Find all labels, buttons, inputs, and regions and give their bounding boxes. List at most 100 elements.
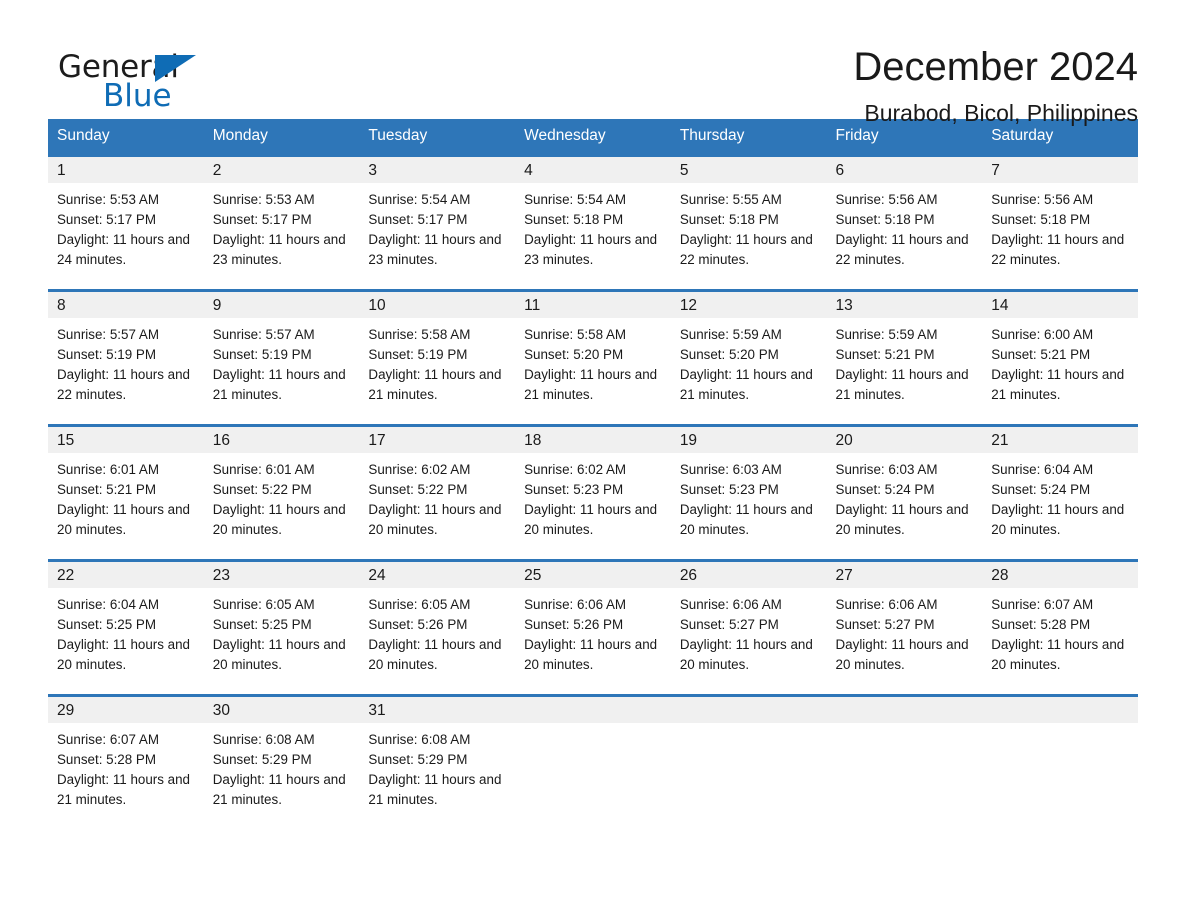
sunrise-text: Sunrise: 6:06 AM — [679, 597, 782, 612]
calendar-day-cell[interactable]: 13 Sunrise: 5:59 AM Sunset: 5:21 PM Dayligh… — [826, 289, 983, 426]
calendar-day-cell[interactable]: 6 Sunrise: 5:56 AM Sunset: 5:18 PM Daylight… — [826, 154, 983, 291]
sunrise-text: Sunrise: 5:57 AM — [212, 327, 315, 342]
calendar-week-row: 29 Sunrise: 6:07 AM Sunset: 5:28 PM Dayligh… — [48, 694, 1138, 831]
day-details: Sunrise: 5:58 AM Sunset: 5:20 PM Daylight:… — [515, 318, 671, 405]
daylight-text: Daylight: 11 hours and 20 minutes. — [835, 637, 969, 672]
day-details: Sunrise: 6:07 AM Sunset: 5:28 PM Daylight:… — [982, 588, 1138, 675]
page-header: General Blue December 2024 Burabod, Bico… — [0, 0, 1188, 126]
sunrise-text: Sunrise: 6:08 AM — [212, 732, 315, 747]
calendar-day-cell[interactable]: 16 Sunrise: 6:01 AM Sunset: 5:22 PM Dayligh… — [203, 424, 360, 561]
day-details: Sunrise: 6:01 AM Sunset: 5:21 PM Daylight:… — [48, 453, 204, 540]
day-number: 29 — [48, 697, 204, 723]
calendar-day-cell[interactable]: 28 Sunrise: 6:07 AM Sunset: 5:28 PM Dayligh… — [982, 559, 1138, 696]
day-details: Sunrise: 6:02 AM Sunset: 5:23 PM Daylight:… — [515, 453, 671, 540]
calendar-day-cell[interactable]: 22 Sunrise: 6:04 AM Sunset: 5:25 PM Dayligh… — [48, 559, 204, 696]
calendar-day-cell[interactable]: 17 Sunrise: 6:02 AM Sunset: 5:22 PM Dayligh… — [359, 424, 516, 561]
page-title: December 2024 — [853, 45, 1138, 89]
sunrise-text: Sunrise: 6:00 AM — [991, 327, 1094, 342]
sunrise-text: Sunrise: 5:58 AM — [524, 327, 627, 342]
daylight-text: Daylight: 11 hours and 20 minutes. — [835, 502, 969, 537]
calendar-day-cell[interactable]: 10 Sunrise: 5:58 AM Sunset: 5:19 PM Dayligh… — [359, 289, 516, 426]
calendar-day-cell[interactable]: 5 Sunrise: 5:55 AM Sunset: 5:18 PM Daylight… — [670, 154, 827, 291]
calendar-day-cell[interactable]: 15 Sunrise: 6:01 AM Sunset: 5:21 PM Dayligh… — [48, 424, 204, 561]
day-number: 12 — [670, 292, 827, 318]
calendar-day-cell[interactable]: 31 Sunrise: 6:08 AM Sunset: 5:29 PM Dayligh… — [359, 694, 516, 831]
daylight-text: Daylight: 11 hours and 20 minutes. — [57, 637, 190, 672]
day-details: Sunrise: 5:58 AM Sunset: 5:19 PM Daylight:… — [359, 318, 515, 405]
sunset-text: Sunset: 5:27 PM — [835, 617, 935, 632]
calendar-day-cell[interactable]: 1 Sunrise: 5:53 AM Sunset: 5:17 PM Daylight… — [48, 154, 204, 291]
calendar-day-cell[interactable]: 4 Sunrise: 5:54 AM Sunset: 5:18 PM Daylight… — [515, 154, 671, 291]
daylight-text: Daylight: 11 hours and 21 minutes. — [368, 367, 502, 402]
day-number: 22 — [48, 562, 204, 588]
calendar-day-cell-empty — [982, 694, 1138, 831]
sunrise-text: Sunrise: 5:55 AM — [679, 192, 782, 207]
generalblue-logo[interactable]: General Blue — [58, 44, 208, 114]
sunrise-text: Sunrise: 6:03 AM — [835, 462, 938, 477]
calendar-day-cell[interactable]: 11 Sunrise: 5:58 AM Sunset: 5:20 PM Dayligh… — [515, 289, 671, 426]
day-details: Sunrise: 6:03 AM Sunset: 5:23 PM Daylight:… — [671, 453, 827, 540]
sunset-text: Sunset: 5:22 PM — [212, 482, 312, 497]
daylight-text: Daylight: 11 hours and 20 minutes. — [368, 637, 502, 672]
calendar-day-cell[interactable]: 12 Sunrise: 5:59 AM Sunset: 5:20 PM Dayligh… — [670, 289, 827, 426]
daylight-text: Daylight: 11 hours and 20 minutes. — [524, 502, 658, 537]
daylight-text: Daylight: 11 hours and 22 minutes. — [679, 232, 813, 267]
calendar-day-cell[interactable]: 3 Sunrise: 5:54 AM Sunset: 5:17 PM Daylight… — [359, 154, 516, 291]
calendar-day-cell[interactable]: 25 Sunrise: 6:06 AM Sunset: 5:26 PM Dayligh… — [515, 559, 671, 696]
day-details: Sunrise: 5:57 AM Sunset: 5:19 PM Daylight:… — [48, 318, 204, 405]
calendar-day-cell[interactable]: 8 Sunrise: 5:57 AM Sunset: 5:19 PM Daylight… — [48, 289, 204, 426]
day-number: 25 — [515, 562, 671, 588]
day-number: 1 — [48, 157, 204, 183]
day-details — [982, 723, 1138, 730]
calendar-day-cell[interactable]: 20 Sunrise: 6:03 AM Sunset: 5:24 PM Dayligh… — [826, 424, 983, 561]
page-subtitle: Burabod, Bicol, Philippines — [864, 100, 1138, 126]
calendar-day-cell[interactable]: 26 Sunrise: 6:06 AM Sunset: 5:27 PM Dayligh… — [670, 559, 827, 696]
sunrise-text: Sunrise: 5:58 AM — [368, 327, 471, 342]
daylight-text: Daylight: 11 hours and 20 minutes. — [679, 502, 813, 537]
day-details: Sunrise: 5:59 AM Sunset: 5:20 PM Daylight:… — [671, 318, 827, 405]
sunset-text: Sunset: 5:18 PM — [991, 212, 1091, 227]
daylight-text: Daylight: 11 hours and 21 minutes. — [835, 367, 969, 402]
calendar-day-cell[interactable]: 29 Sunrise: 6:07 AM Sunset: 5:28 PM Dayligh… — [48, 694, 204, 831]
sunset-text: Sunset: 5:25 PM — [212, 617, 312, 632]
sunset-text: Sunset: 5:28 PM — [991, 617, 1091, 632]
day-number: 20 — [826, 427, 983, 453]
calendar-day-cell[interactable]: 9 Sunrise: 5:57 AM Sunset: 5:19 PM Daylight… — [203, 289, 360, 426]
day-number: 18 — [515, 427, 671, 453]
weekday-header-sunday: Sunday — [48, 119, 204, 156]
day-number: 2 — [203, 157, 360, 183]
calendar-day-cell[interactable]: 30 Sunrise: 6:08 AM Sunset: 5:29 PM Dayligh… — [203, 694, 360, 831]
calendar-day-cell[interactable]: 14 Sunrise: 6:00 AM Sunset: 5:21 PM Dayligh… — [982, 289, 1138, 426]
sunrise-text: Sunrise: 6:07 AM — [57, 732, 159, 747]
sunrise-text: Sunrise: 6:07 AM — [991, 597, 1094, 612]
sunrise-text: Sunrise: 6:06 AM — [835, 597, 938, 612]
calendar-day-cell[interactable]: 7 Sunrise: 5:56 AM Sunset: 5:18 PM Daylight… — [982, 154, 1138, 291]
day-details: Sunrise: 5:53 AM Sunset: 5:17 PM Daylight:… — [48, 183, 204, 270]
daylight-text: Daylight: 11 hours and 23 minutes. — [524, 232, 658, 267]
daylight-text: Daylight: 11 hours and 21 minutes. — [212, 367, 346, 402]
day-number: 13 — [826, 292, 983, 318]
daylight-text: Daylight: 11 hours and 20 minutes. — [679, 637, 813, 672]
day-number: 15 — [48, 427, 204, 453]
sunset-text: Sunset: 5:20 PM — [524, 347, 624, 362]
day-details: Sunrise: 6:04 AM Sunset: 5:24 PM Daylight:… — [982, 453, 1138, 540]
calendar-day-cell[interactable]: 21 Sunrise: 6:04 AM Sunset: 5:24 PM Dayligh… — [982, 424, 1138, 561]
sunset-text: Sunset: 5:21 PM — [991, 347, 1091, 362]
calendar-day-cell[interactable]: 27 Sunrise: 6:06 AM Sunset: 5:27 PM Dayligh… — [826, 559, 983, 696]
day-details: Sunrise: 5:56 AM Sunset: 5:18 PM Daylight:… — [827, 183, 983, 270]
day-details — [515, 723, 671, 730]
sunset-text: Sunset: 5:18 PM — [679, 212, 779, 227]
sunset-text: Sunset: 5:18 PM — [835, 212, 935, 227]
daylight-text: Daylight: 11 hours and 20 minutes. — [524, 637, 658, 672]
daylight-text: Daylight: 11 hours and 20 minutes. — [212, 637, 346, 672]
daylight-text: Daylight: 11 hours and 24 minutes. — [57, 232, 190, 267]
calendar-day-cell[interactable]: 24 Sunrise: 6:05 AM Sunset: 5:26 PM Dayligh… — [359, 559, 516, 696]
daylight-text: Daylight: 11 hours and 21 minutes. — [991, 367, 1125, 402]
calendar-day-cell[interactable]: 2 Sunrise: 5:53 AM Sunset: 5:17 PM Daylight… — [203, 154, 360, 291]
weekday-header-monday: Monday — [203, 119, 360, 156]
day-number: 9 — [203, 292, 360, 318]
calendar-day-cell[interactable]: 18 Sunrise: 6:02 AM Sunset: 5:23 PM Dayligh… — [515, 424, 671, 561]
calendar-day-cell[interactable]: 19 Sunrise: 6:03 AM Sunset: 5:23 PM Dayligh… — [670, 424, 827, 561]
calendar-day-cell[interactable]: 23 Sunrise: 6:05 AM Sunset: 5:25 PM Dayligh… — [203, 559, 360, 696]
day-number — [982, 697, 1138, 723]
